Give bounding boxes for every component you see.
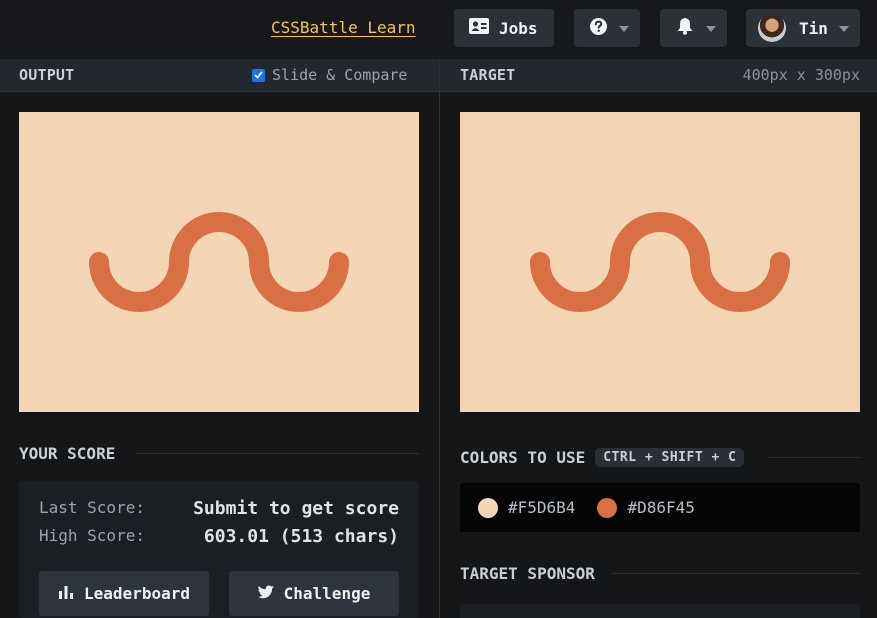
leaderboard-label: Leaderboard	[84, 584, 190, 603]
color-hex-label[interactable]: #D86F45	[627, 498, 694, 517]
slide-compare-label: Slide & Compare	[272, 66, 408, 84]
bell-icon	[677, 17, 693, 39]
color-hex-label[interactable]: #F5D6B4	[508, 498, 575, 517]
shortcut-badge: CTRL + SHIFT + C	[595, 448, 745, 467]
challenge-button[interactable]: Challenge	[229, 571, 399, 616]
target-title: TARGET	[460, 66, 516, 84]
avatar	[758, 14, 786, 42]
bar-chart-icon	[58, 584, 74, 603]
colors-palette: #F5D6B4 #D86F45	[460, 483, 860, 532]
high-score-label: High Score:	[39, 526, 145, 545]
color-swatch-item[interactable]: #F5D6B4	[478, 497, 575, 518]
target-wave-shape	[530, 212, 790, 312]
output-wave-shape	[89, 212, 349, 312]
panel-divider[interactable]	[439, 59, 440, 618]
colors-heading: COLORS TO USE CTRL + SHIFT + C	[460, 448, 745, 467]
user-menu-button[interactable]: Tin	[746, 9, 860, 47]
question-circle-icon	[590, 17, 607, 39]
target-sponsor-heading: TARGET SPONSOR	[460, 564, 595, 583]
section-divider	[768, 457, 860, 458]
slide-compare-toggle[interactable]: Slide & Compare	[252, 66, 407, 84]
output-panel-header: OUTPUT Slide & Compare	[0, 59, 439, 92]
target-canvas	[460, 112, 860, 412]
sponsor-card	[460, 604, 860, 618]
chevron-down-icon	[839, 26, 849, 32]
last-score-label: Last Score:	[39, 498, 145, 517]
jobs-button[interactable]: Jobs	[454, 9, 554, 47]
section-divider	[135, 453, 419, 454]
chevron-down-icon	[706, 26, 716, 32]
output-title: OUTPUT	[19, 66, 75, 84]
high-score-value: 603.01 (513 chars)	[203, 526, 399, 547]
section-divider	[612, 573, 860, 574]
target-panel-header: TARGET 400px x 300px	[440, 59, 877, 92]
score-card: Last Score: Submit to get score High Sco…	[19, 481, 419, 618]
color-swatch-item[interactable]: #D86F45	[597, 497, 695, 518]
cssbattle-learn-link[interactable]: CSSBattle Learn	[271, 18, 416, 37]
leaderboard-button[interactable]: Leaderboard	[39, 571, 209, 616]
colors-title: COLORS TO USE	[460, 448, 586, 467]
target-dimensions: 400px x 300px	[742, 66, 860, 84]
top-bar: CSSBattle Learn Jobs Tin	[0, 0, 877, 58]
color-swatch[interactable]	[597, 497, 618, 518]
twitter-icon	[257, 584, 274, 603]
id-card-icon	[469, 18, 489, 38]
last-score-value: Submit to get score	[193, 498, 399, 519]
user-name: Tin	[799, 18, 828, 38]
chevron-down-icon	[619, 26, 629, 32]
your-score-heading: YOUR SCORE	[19, 444, 116, 463]
color-swatch[interactable]	[478, 497, 498, 518]
challenge-label: Challenge	[283, 584, 371, 603]
slide-compare-checkbox[interactable]	[252, 68, 265, 82]
help-menu-button[interactable]	[574, 9, 640, 47]
notifications-button[interactable]	[660, 9, 727, 47]
jobs-label: Jobs	[499, 18, 538, 38]
output-canvas[interactable]	[19, 112, 419, 412]
